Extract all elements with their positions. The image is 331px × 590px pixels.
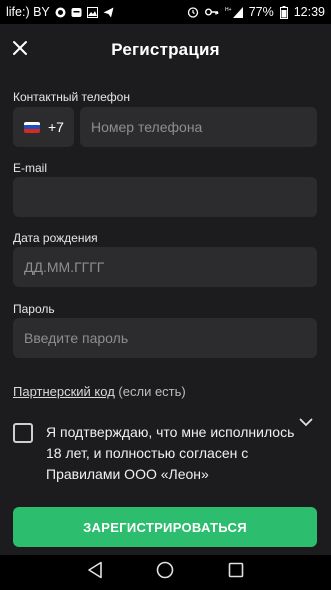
nav-home-button[interactable] <box>153 561 177 585</box>
phone-label: Контактный телефон <box>13 90 130 104</box>
network-type-text: H+ <box>225 7 232 13</box>
russia-flag-icon <box>24 121 40 133</box>
chevron-down-icon <box>299 414 313 432</box>
password-label: Пароль <box>13 302 55 316</box>
viber-icon <box>55 7 66 18</box>
close-icon <box>12 40 28 61</box>
image-icon <box>86 6 98 18</box>
status-bar: life:) BY H+ 77% 12:39 <box>0 0 331 24</box>
alarm-icon <box>187 6 199 18</box>
country-code-selector[interactable]: +7 <box>13 107 74 147</box>
country-code-text: +7 <box>48 119 64 135</box>
clock-text: 12:39 <box>293 5 325 19</box>
message-icon <box>71 7 82 18</box>
battery-icon <box>279 5 288 19</box>
register-button[interactable]: ЗАРЕГИСТРИРОВАТЬСЯ <box>13 507 317 547</box>
close-button[interactable] <box>8 38 32 62</box>
age-consent-text: Я подтверждаю, что мне исполнилось 18 ле… <box>46 424 295 482</box>
email-label: E-mail <box>13 161 48 175</box>
carrier-text: life:) BY <box>6 5 50 19</box>
email-input[interactable] <box>13 177 317 217</box>
key-icon <box>204 7 219 17</box>
partner-code-note: (если есть) <box>114 384 186 399</box>
age-consent-checkbox[interactable] <box>13 423 33 443</box>
phone-input[interactable] <box>80 107 317 147</box>
app-header: Регистрация <box>0 24 331 76</box>
nav-recents-button[interactable] <box>224 561 248 585</box>
expand-consent-button[interactable] <box>297 416 315 430</box>
send-icon <box>103 7 114 18</box>
birthdate-input[interactable] <box>13 247 317 287</box>
recents-square-icon <box>228 562 244 583</box>
nav-back-button[interactable] <box>83 561 107 585</box>
signal-icon: H+ <box>225 6 243 18</box>
battery-text: 77% <box>248 5 274 19</box>
system-nav-bar <box>0 555 331 590</box>
page-title: Регистрация <box>111 40 220 59</box>
partner-code-row: Партнерский код (если есть) <box>13 384 186 399</box>
partner-code-link[interactable]: Партнерский код <box>13 384 115 399</box>
home-circle-icon <box>156 561 174 584</box>
back-triangle-icon <box>87 561 103 584</box>
password-input[interactable] <box>13 318 317 358</box>
birthdate-label: Дата рождения <box>13 231 98 245</box>
